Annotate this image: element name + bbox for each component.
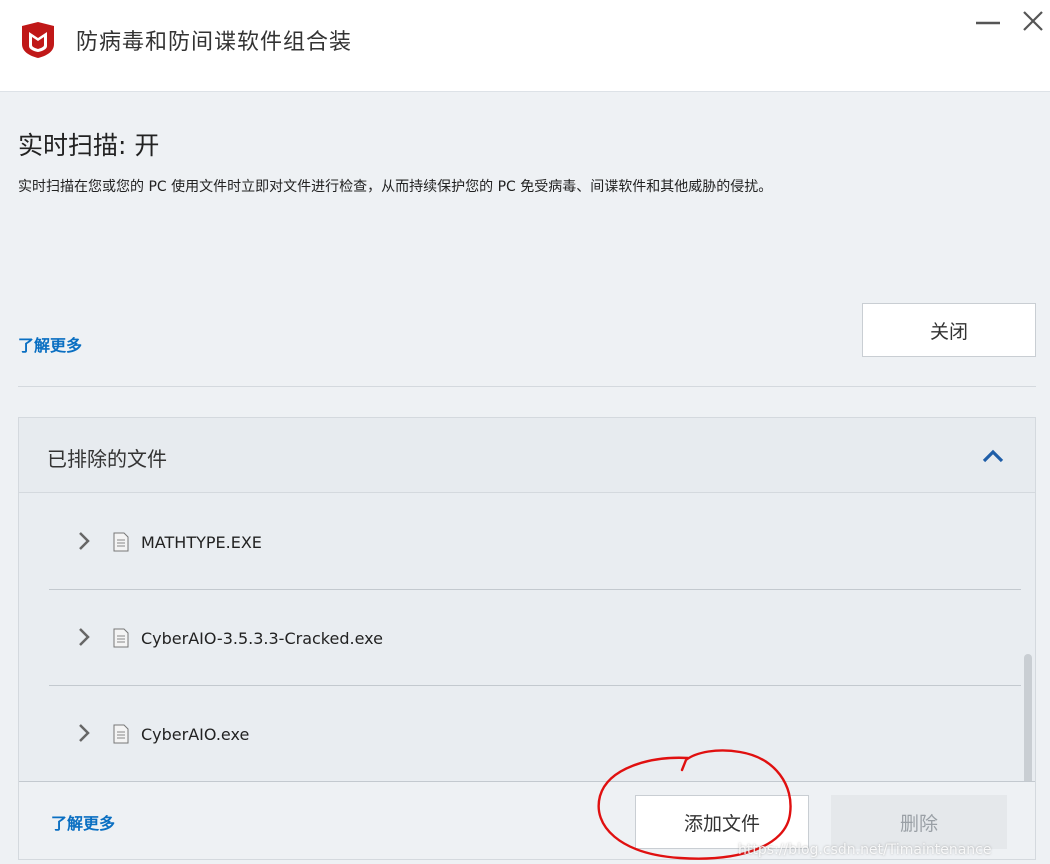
chevron-up-icon[interactable] <box>981 446 1005 466</box>
watermark: https://blog.csdn.net/Timaintenance <box>738 842 992 858</box>
document-icon <box>113 532 129 552</box>
learn-more-link[interactable]: 了解更多 <box>18 332 82 356</box>
file-row[interactable]: CyberAIO.exe <box>49 686 1021 781</box>
minimize-icon[interactable] <box>974 6 1004 36</box>
scan-description: 实时扫描在您或您的 PC 使用文件时立即对文件进行检查，从而持续保护您的 PC … <box>18 179 773 195</box>
file-row[interactable]: CyberAIO-3.5.3.3-Cracked.exe <box>49 590 1021 686</box>
app-title: 防病毒和防间谍软件组合装 <box>76 30 353 55</box>
excluded-files-title: 已排除的文件 <box>47 447 167 471</box>
file-name: CyberAIO-3.5.3.3-Cracked.exe <box>141 629 383 648</box>
close-button[interactable]: 关闭 <box>862 303 1036 357</box>
document-icon <box>113 628 129 648</box>
add-file-button[interactable]: 添加文件 <box>635 795 809 849</box>
chevron-right-icon[interactable] <box>77 530 91 552</box>
title-bar: 防病毒和防间谍软件组合装 <box>0 0 1050 92</box>
delete-button[interactable]: 删除 <box>831 795 1007 849</box>
close-icon[interactable] <box>1018 6 1048 36</box>
chevron-right-icon[interactable] <box>77 722 91 744</box>
divider <box>18 386 1036 387</box>
file-name: MATHTYPE.EXE <box>141 533 262 552</box>
scan-status-title: 实时扫描: 开 <box>18 131 160 160</box>
excluded-files-header[interactable]: 已排除的文件 <box>19 418 1035 493</box>
chevron-right-icon[interactable] <box>77 626 91 648</box>
file-row[interactable]: MATHTYPE.EXE <box>49 494 1021 590</box>
mcafee-shield-logo-icon <box>22 22 54 58</box>
excluded-file-list: MATHTYPE.EXE CyberAIO-3.5.3.3-Cracked.ex… <box>19 494 1035 781</box>
file-name: CyberAIO.exe <box>141 725 250 744</box>
scrollbar-thumb[interactable] <box>1024 654 1032 781</box>
document-icon <box>113 724 129 744</box>
learn-more-link[interactable]: 了解更多 <box>51 810 115 834</box>
excluded-files-panel: 已排除的文件 MATHTYPE.EXE CyberAIO-3.5.3.3-Cra… <box>18 417 1036 860</box>
